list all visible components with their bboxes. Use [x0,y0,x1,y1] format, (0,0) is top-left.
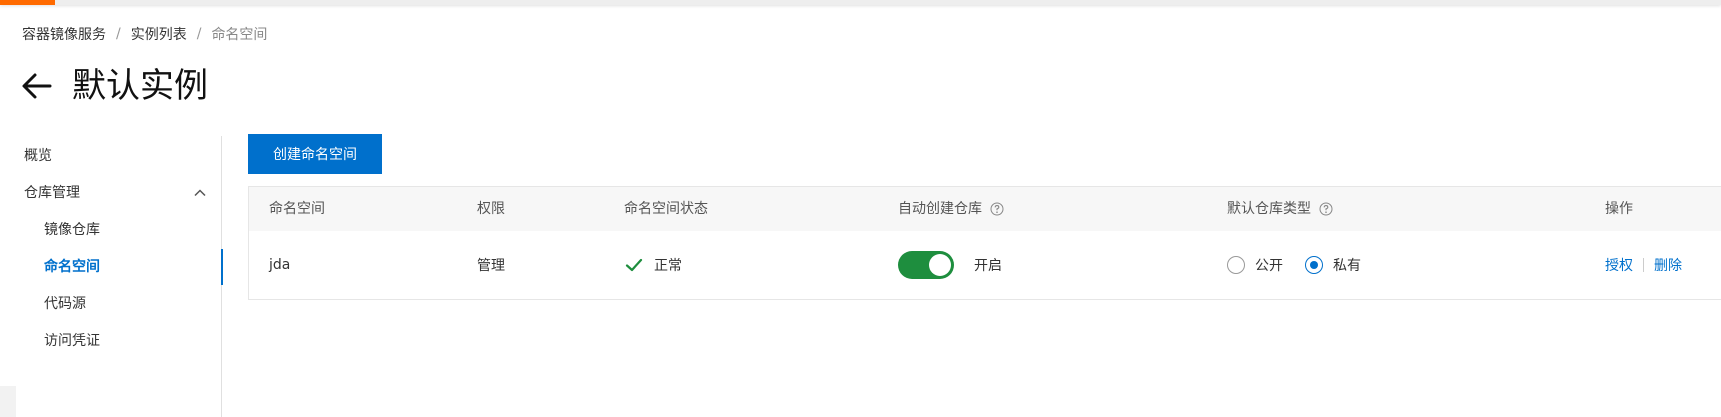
column-header-label: 操作 [1605,201,1633,217]
sidebar-item-label: 概览 [24,148,52,164]
chevron-up-icon[interactable] [194,187,206,199]
column-header-namespace: 命名空间 [269,187,325,231]
action-divider [1643,258,1644,272]
sidebar-item-namespaces[interactable]: 命名空间 [0,247,223,287]
cell-repo-type: 公开 私有 [1227,231,1361,299]
cell-auto-create: 开启 [898,231,1002,299]
auto-create-toggle[interactable] [898,251,954,279]
column-header-permission: 权限 [477,187,505,231]
sidebar-item-access-credentials[interactable]: 访问凭证 [0,321,222,361]
cell-actions: 授权 删除 [1605,231,1682,299]
sidebar-item-label: 访问凭证 [44,333,100,349]
sidebar-item-label: 镜像仓库 [44,222,100,238]
question-circle-icon[interactable] [990,202,1004,216]
column-header-label: 自动创建仓库 [898,201,982,217]
table-row: jda 管理 正常 开启 公开 私有 授权 删除 [249,231,1721,299]
breadcrumb: 容器镜像服务 / 实例列表 / 命名空间 [22,24,267,44]
sidebar-item-label: 命名空间 [44,259,100,275]
arrow-left-icon[interactable] [20,69,54,103]
repo-type-private-label[interactable]: 私有 [1333,255,1361,275]
sidebar: 概览 仓库管理 镜像仓库 命名空间 代码源 访问凭证 [0,136,223,417]
table-header: 命名空间 权限 命名空间状态 自动创建仓库 默认仓库类型 操作 [249,187,1721,231]
breadcrumb-separator: / [196,26,202,42]
breadcrumb-item-instances[interactable]: 实例列表 [131,24,187,44]
authorize-link[interactable]: 授权 [1605,255,1633,275]
status-text: 正常 [654,258,682,274]
brand-accent-strip [0,0,55,5]
repo-type-public-radio[interactable] [1227,256,1245,274]
column-header-status: 命名空间状态 [624,187,708,231]
check-icon [625,258,643,272]
namespace-table: 命名空间 权限 命名空间状态 自动创建仓库 默认仓库类型 操作 jda 管理 正… [248,186,1721,300]
corner-decoration [0,386,16,417]
page-title: 默认实例 [72,66,208,106]
repo-type-private-radio[interactable] [1305,256,1323,274]
sidebar-item-label: 仓库管理 [24,185,80,201]
create-namespace-button[interactable]: 创建命名空间 [248,134,382,174]
question-circle-icon[interactable] [1319,202,1333,216]
column-header-label: 权限 [477,201,505,217]
sidebar-item-image-repos[interactable]: 镜像仓库 [0,210,222,250]
page-header: 默认实例 [20,64,208,108]
column-header-label: 默认仓库类型 [1227,201,1311,217]
cell-permission: 管理 [477,258,505,274]
sidebar-item-repo-management[interactable]: 仓库管理 [0,173,222,213]
sidebar-item-overview[interactable]: 概览 [0,136,222,176]
breadcrumb-item-current: 命名空间 [211,27,268,43]
column-header-label: 命名空间 [269,201,325,217]
sidebar-item-code-source[interactable]: 代码源 [0,284,222,324]
top-bar [0,0,1721,5]
toggle-knob [929,254,951,276]
column-header-label: 命名空间状态 [624,201,708,217]
column-header-repo-type: 默认仓库类型 [1227,187,1333,231]
breadcrumb-separator: / [116,26,121,42]
breadcrumb-item-service[interactable]: 容器镜像服务 [22,24,106,44]
repo-type-public-label[interactable]: 公开 [1255,255,1283,275]
column-header-auto-create: 自动创建仓库 [898,187,1004,231]
delete-link[interactable]: 删除 [1654,255,1682,275]
cell-status: 正常 [624,231,682,299]
column-header-actions: 操作 [1605,187,1633,231]
cell-namespace: jda [269,257,291,273]
sidebar-item-label: 代码源 [44,296,86,312]
auto-create-label: 开启 [974,258,1002,274]
